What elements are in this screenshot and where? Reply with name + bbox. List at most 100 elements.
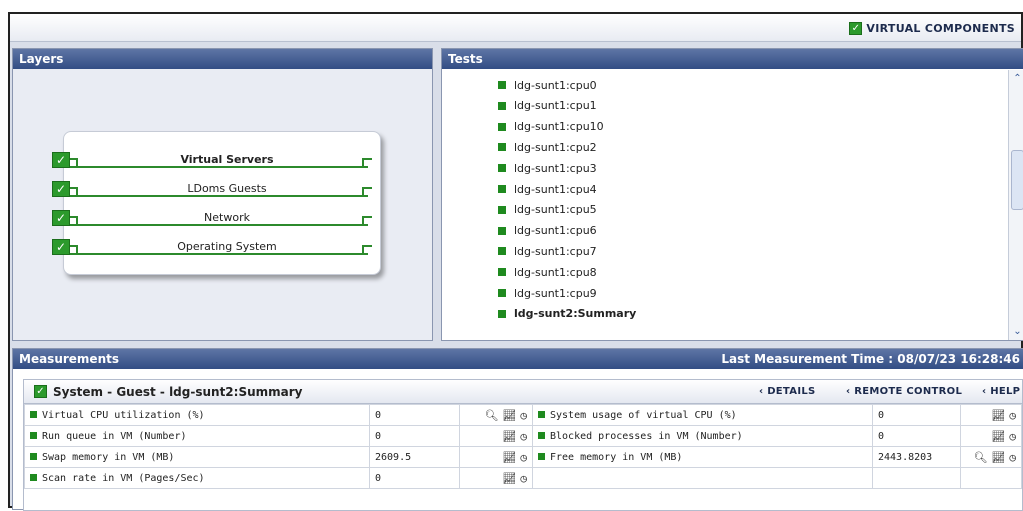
clock-icon[interactable]: ◷ (1009, 430, 1016, 443)
clock-icon[interactable]: ◷ (520, 472, 527, 485)
table-row: Run queue in VM (Number) 0 📈︎ ◷ Blocked proc… (24, 425, 1022, 447)
measure-value: 0 (369, 467, 460, 489)
scroll-thumb[interactable] (1011, 150, 1023, 210)
layer-model-card: ✓ Virtual Servers ✓ LDoms Guests ✓ Network ✓ Op… (52, 131, 381, 275)
measure-name: Free memory in VM (MB) (532, 446, 873, 468)
details-label: DETAILS (767, 386, 816, 397)
test-label: ldg-sunt1:cpu9 (514, 286, 597, 300)
test-item[interactable]: ldg-sunt1:cpu8 (498, 262, 597, 282)
measure-actions: 📈︎ ◷ (459, 425, 533, 447)
test-label: ldg-sunt1:cpu2 (514, 140, 597, 154)
table-row: Scan rate in VM (Pages/Sec) 0 📈︎ ◷ (24, 467, 1022, 489)
test-item[interactable]: ldg-sunt1:cpu1 (498, 96, 597, 116)
status-square-icon (498, 101, 506, 110)
checkbox-checked-icon[interactable]: ✓ (849, 22, 863, 35)
measure-name: Blocked processes in VM (Number) (532, 425, 873, 447)
layer-status-check-icon: ✓ (52, 239, 70, 255)
remote-control-label: REMOTE CONTROL (854, 386, 963, 397)
test-label: ldg-sunt1:cpu7 (514, 244, 597, 258)
test-label: ldg-sunt2:Summary (514, 307, 637, 321)
layer-label: Virtual Servers (180, 153, 274, 166)
search-icon[interactable]: 🔍︎ (973, 451, 987, 464)
layer-label: LDoms Guests (187, 182, 267, 195)
clock-icon[interactable]: ◷ (1009, 409, 1016, 422)
table-row: Virtual CPU utilization (%) 0 🔍︎ 📈︎ ◷ System … (24, 404, 1022, 426)
measure-name (532, 467, 873, 489)
graph-icon[interactable]: 📈︎ (991, 409, 1005, 422)
help-label: HELP (990, 386, 1021, 397)
status-square-icon (498, 122, 506, 131)
test-item[interactable]: ldg-sunt1:cpu9 (498, 283, 597, 303)
test-label: ldg-sunt1:cpu4 (514, 182, 597, 196)
measure-actions: 📈︎ ◷ (459, 446, 533, 468)
measure-value: 0 (872, 425, 961, 447)
scroll-up-icon[interactable]: ⌃ (1011, 72, 1023, 85)
test-label: ldg-sunt1:cpu3 (514, 161, 597, 175)
test-item[interactable]: ldg-sunt1:cpu6 (498, 221, 597, 241)
tests-scrollbar[interactable]: ⌃ ⌄ (1008, 70, 1023, 340)
test-item[interactable]: ldg-sunt1:cpu3 (498, 158, 597, 178)
test-item[interactable]: ldg-sunt1:cpu5 (498, 200, 597, 220)
test-item[interactable]: ldg-sunt1:cpu2 (498, 137, 597, 157)
remote-control-link[interactable]: ‹ REMOTE CONTROL (846, 386, 962, 397)
measure-name: Run queue in VM (Number) (24, 425, 370, 447)
layer-label: Network (204, 211, 250, 224)
test-item[interactable]: ldg-sunt1:cpu0 (498, 75, 597, 95)
graph-icon[interactable]: 📈︎ (991, 451, 1005, 464)
last-measurement-time: Last Measurement Time : 08/07/23 16:28:4… (721, 352, 1020, 366)
status-square-icon (498, 309, 506, 318)
measure-value: 2443.8203 (872, 446, 961, 468)
layer-row[interactable]: ✓ Network (52, 210, 384, 232)
graph-icon[interactable]: 📈︎ (502, 472, 516, 485)
details-link[interactable]: ‹ DETAILS (759, 386, 816, 397)
status-square-icon (498, 81, 506, 89)
test-label: ldg-sunt1:cpu8 (514, 265, 597, 279)
virtual-components-label: VIRTUAL COMPONENTS (866, 22, 1015, 35)
measure-actions (960, 467, 1022, 489)
graph-icon[interactable]: 📈︎ (991, 430, 1005, 443)
app-window: ✓ VIRTUAL COMPONENTS Layers ✓ Virtual Ser… (8, 12, 1023, 511)
graph-icon[interactable]: 📈︎ (502, 430, 516, 443)
test-item[interactable]: ldg-sunt1:cpu4 (498, 179, 597, 199)
measurement-section-bar: ✓ System - Guest - ldg-sunt2:Summary ‹ D… (24, 380, 1022, 404)
layer-status-check-icon: ✓ (52, 181, 70, 197)
status-square-icon (498, 205, 506, 214)
layer-label: Operating System (177, 240, 277, 253)
status-square-icon (30, 432, 37, 439)
clock-icon[interactable]: ◷ (1009, 451, 1016, 464)
layer-row[interactable]: ✓ Operating System (52, 239, 384, 261)
virtual-components-toggle[interactable]: ✓ VIRTUAL COMPONENTS (849, 22, 1015, 35)
scroll-down-icon[interactable]: ⌄ (1011, 325, 1023, 338)
test-label: ldg-sunt1:cpu1 (514, 99, 597, 113)
status-square-icon (30, 474, 37, 481)
test-label: ldg-sunt1:cpu10 (514, 120, 604, 134)
status-square-icon (498, 143, 506, 152)
measure-actions: 📈︎ ◷ (960, 425, 1022, 447)
checkbox-checked-icon[interactable]: ✓ (34, 385, 47, 398)
measure-actions: 🔍︎ 📈︎ ◷ (459, 404, 533, 426)
tests-list: ldg-sunt1:cpu0 ldg-sunt1:cpu1 ldg-sunt1:cp… (442, 70, 1008, 340)
measure-value (872, 467, 961, 489)
measure-value: 2609.5 (369, 446, 460, 468)
test-item[interactable]: ldg-sunt1:cpu10 (498, 117, 604, 137)
graph-icon[interactable]: 📈︎ (502, 451, 516, 464)
layer-status-check-icon: ✓ (52, 152, 70, 168)
status-square-icon (498, 185, 506, 193)
test-label: ldg-sunt1:cpu5 (514, 203, 597, 217)
layer-row[interactable]: ✓ LDoms Guests (52, 181, 384, 203)
clock-icon[interactable]: ◷ (520, 409, 527, 422)
clock-icon[interactable]: ◷ (520, 430, 527, 443)
layers-title: Layers (13, 49, 432, 69)
test-item[interactable]: ldg-sunt2:Summary (498, 304, 636, 324)
search-icon[interactable]: 🔍︎ (484, 409, 498, 422)
graph-icon[interactable]: 📈︎ (502, 409, 516, 422)
test-item[interactable]: ldg-sunt1:cpu7 (498, 241, 597, 261)
measurements-panel: Measurements Last Measurement Time : 08/… (12, 348, 1023, 511)
measurements-table: Virtual CPU utilization (%) 0 🔍︎ 📈︎ ◷ System … (24, 404, 1022, 489)
help-link[interactable]: ‹ HELP (982, 386, 1020, 397)
layer-row[interactable]: ✓ Virtual Servers (52, 152, 384, 174)
measure-name: Scan rate in VM (Pages/Sec) (24, 467, 370, 489)
test-label: ldg-sunt1:cpu0 (514, 78, 597, 92)
clock-icon[interactable]: ◷ (520, 451, 527, 464)
tests-panel: Tests ldg-sunt1:cpu0 ldg-sunt1:cpu1 ldg-su… (441, 48, 1023, 341)
